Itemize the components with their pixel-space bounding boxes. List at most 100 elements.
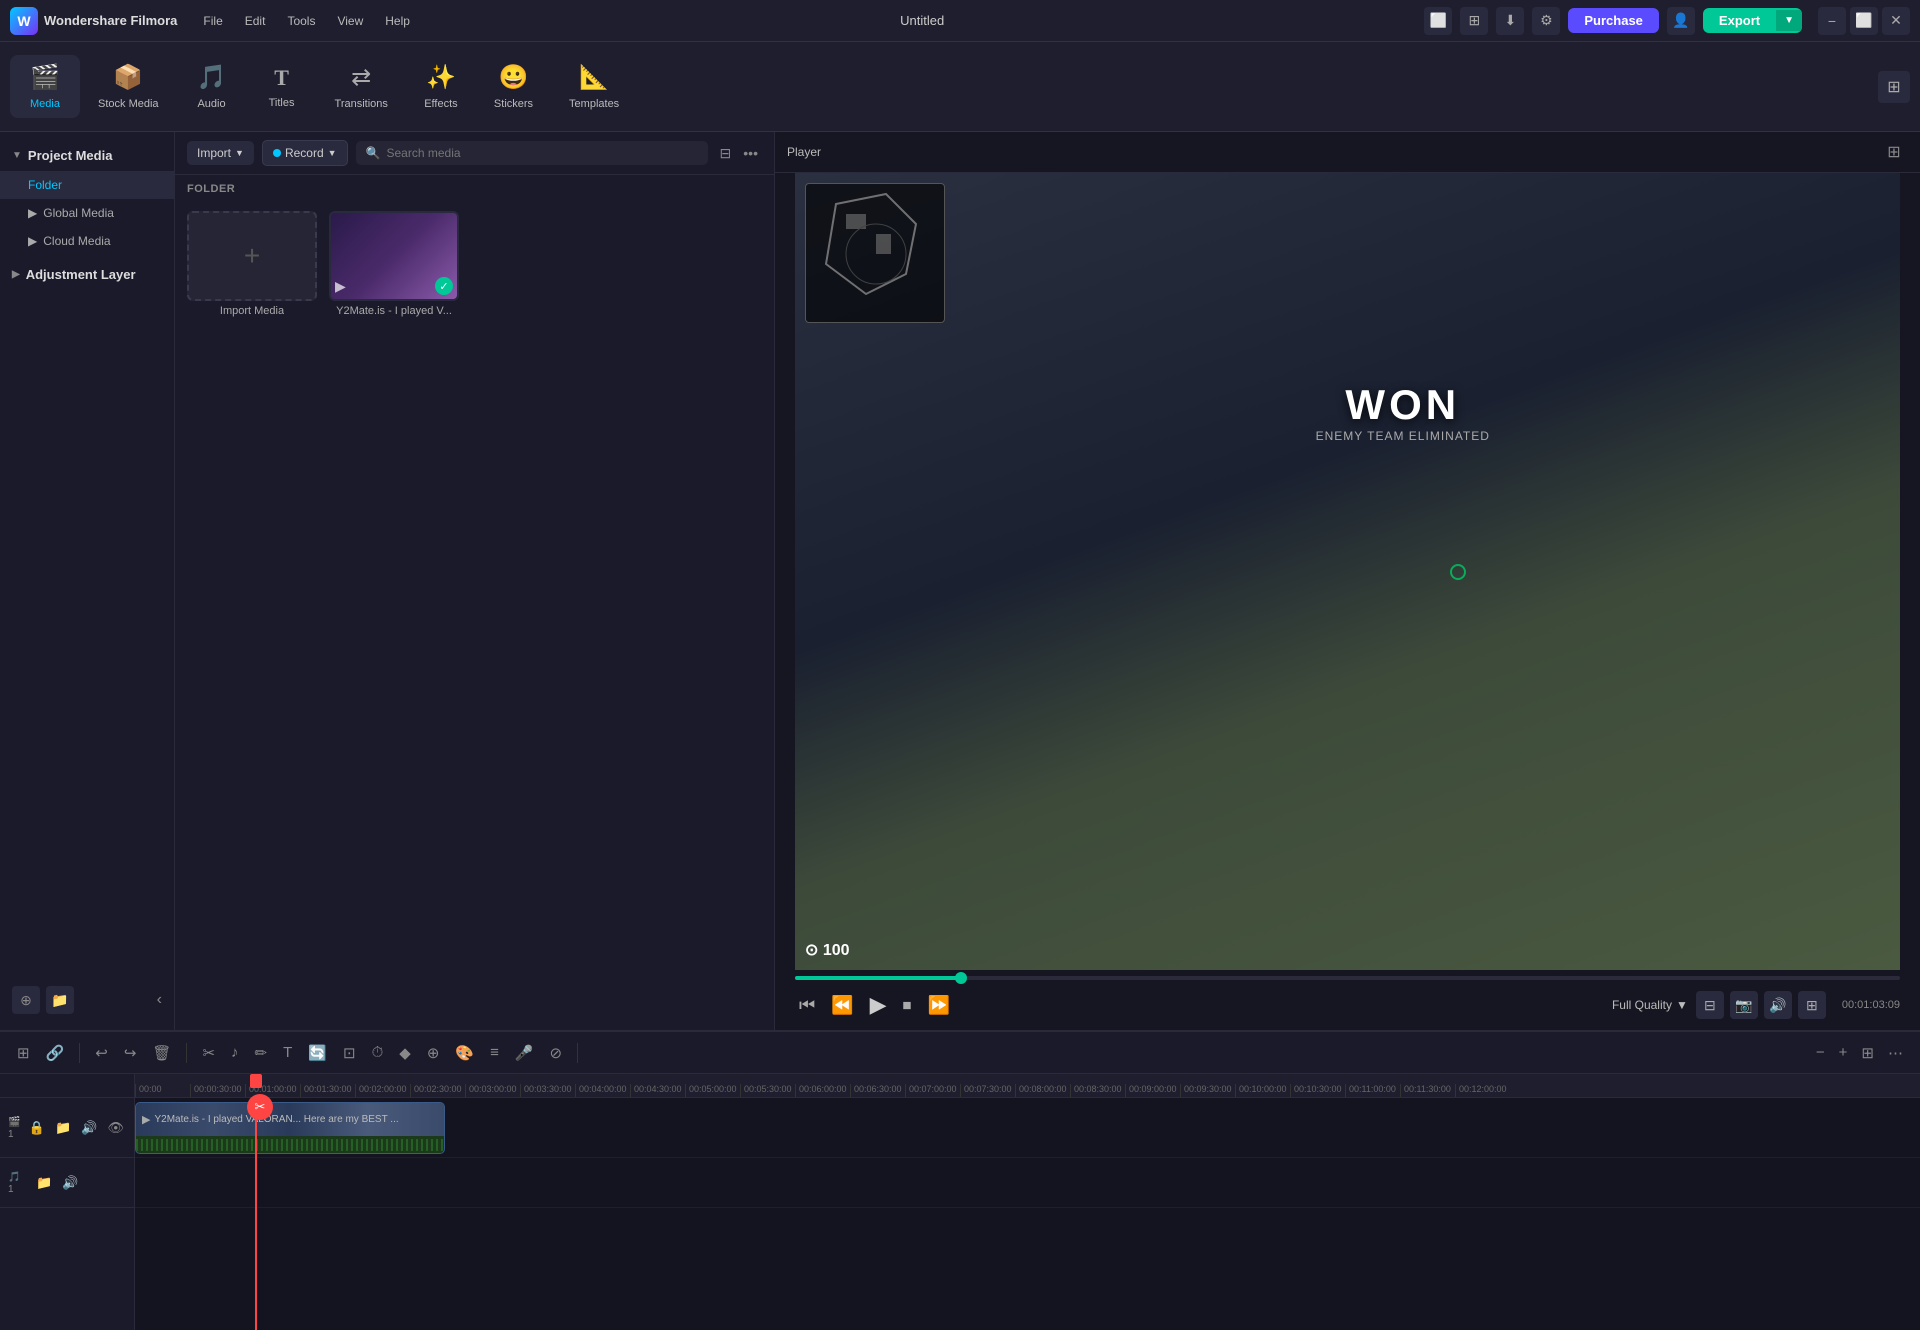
stop-button[interactable]: ⏹: [899, 991, 916, 1020]
team-eliminated-text: ENEMY TEAM ELIMINATED: [1316, 429, 1490, 443]
tl-more-button[interactable]: ⋯: [1883, 1040, 1908, 1066]
tl-eq-button[interactable]: ≡: [485, 1040, 504, 1065]
tl-rotate-button[interactable]: 🔄: [303, 1040, 332, 1066]
import-media-thumb[interactable]: +: [187, 211, 317, 301]
toolbar-stickers[interactable]: 😀 Stickers: [476, 55, 551, 118]
tl-text-button[interactable]: ✏: [250, 1040, 273, 1066]
track-folder-button[interactable]: 📁: [53, 1118, 73, 1138]
minimize-button[interactable]: −: [1818, 7, 1846, 35]
search-input[interactable]: [387, 146, 698, 160]
quality-select[interactable]: Full Quality ▼: [1612, 998, 1688, 1012]
import-button[interactable]: Import ▼: [187, 141, 254, 165]
tl-noise-button[interactable]: ⊘: [545, 1040, 568, 1066]
playhead[interactable]: [255, 1098, 257, 1330]
media-panel: Import ▼ Record ▼ 🔍 ⊟ ••• FOLDER +: [175, 132, 775, 1030]
step-back-button[interactable]: ⏪: [827, 991, 857, 1020]
clip-play-icon: ▶: [142, 1113, 150, 1126]
clip-audio-wave: [136, 1139, 444, 1151]
ruler-mark-9: 00:04:30:00: [630, 1084, 685, 1097]
tl-redo-button[interactable]: ↪: [119, 1040, 142, 1066]
menu-view[interactable]: View: [327, 10, 373, 32]
close-button[interactable]: ✕: [1882, 7, 1910, 35]
tl-audio-button[interactable]: ♪: [226, 1040, 244, 1065]
filter-button[interactable]: ⊟: [716, 141, 736, 166]
rewind-button[interactable]: ⏮: [795, 991, 819, 1020]
menu-edit[interactable]: Edit: [235, 10, 276, 32]
track-mute-button[interactable]: 🔊: [79, 1118, 99, 1138]
volume-button[interactable]: 🔊: [1764, 991, 1792, 1019]
toolbar-effects[interactable]: ✨ Effects: [406, 55, 476, 118]
toolbar-transitions[interactable]: ⇄ Transitions: [317, 55, 406, 118]
tl-keyframe-button[interactable]: ◆: [394, 1040, 416, 1066]
audio-track-mute-button[interactable]: 🔊: [60, 1173, 80, 1193]
window-title: Untitled: [420, 13, 1424, 28]
cloud-media-arrow: ▶: [28, 234, 37, 248]
tl-crop-button[interactable]: ⊡: [338, 1040, 361, 1066]
export-button[interactable]: Export: [1703, 8, 1776, 33]
snapshot-button[interactable]: 📷: [1730, 991, 1758, 1019]
ruler-mark-3: 00:01:30:00: [300, 1084, 355, 1097]
tl-grid-button[interactable]: ⊞: [1856, 1040, 1879, 1066]
tl-zoom-out-button[interactable]: −: [1811, 1040, 1830, 1065]
menu-tools[interactable]: Tools: [277, 10, 325, 32]
tl-color-button[interactable]: 🎨: [450, 1040, 479, 1066]
user-avatar[interactable]: 👤: [1667, 7, 1695, 35]
player-expand-button[interactable]: ⊞: [1880, 138, 1908, 166]
menu-file[interactable]: File: [193, 10, 232, 32]
add-folder-button[interactable]: ⊕: [12, 986, 40, 1014]
toolbar-stock-media[interactable]: 📦 Stock Media: [80, 55, 177, 118]
track-visibility-button[interactable]: 👁: [105, 1118, 126, 1138]
layout-icon[interactable]: ⊞: [1460, 7, 1488, 35]
video-thumbnail[interactable]: ✓: [329, 211, 459, 301]
play-button[interactable]: ▶: [866, 988, 891, 1022]
player-icon-right[interactable]: ⊞: [1878, 71, 1910, 103]
progress-thumb[interactable]: [955, 972, 967, 984]
tl-voiceover-button[interactable]: 🎤: [510, 1040, 539, 1066]
export-dropdown-arrow[interactable]: ▼: [1776, 10, 1802, 31]
settings-icon[interactable]: ⚙: [1532, 7, 1560, 35]
quality-label: Full Quality: [1612, 998, 1672, 1012]
monitor-icon[interactable]: ⬜: [1424, 7, 1452, 35]
download-icon[interactable]: ⬇: [1496, 7, 1524, 35]
sidebar-item-folder[interactable]: Folder: [0, 171, 174, 199]
menu-help[interactable]: Help: [375, 10, 420, 32]
record-button[interactable]: Record ▼: [262, 140, 348, 166]
window-controls: − ⬜ ✕: [1818, 7, 1910, 35]
toolbar-audio[interactable]: 🎵 Audio: [177, 55, 247, 118]
sidebar-item-global-media[interactable]: ▶ Global Media: [0, 199, 174, 227]
tl-undo-button[interactable]: ↩: [90, 1040, 113, 1066]
sidebar-section-header-project-media[interactable]: ▼ Project Media: [0, 140, 174, 171]
sidebar-section-header-adjustment-layer[interactable]: ▶ Adjustment Layer: [0, 259, 174, 290]
expand-player-button[interactable]: ⊞: [1878, 71, 1910, 103]
toolbar-media[interactable]: 🎬 Media: [10, 55, 80, 118]
tl-link-button[interactable]: 🔗: [41, 1040, 70, 1066]
sidebar-item-cloud-media[interactable]: ▶ Cloud Media: [0, 227, 174, 255]
video-media-item[interactable]: ✓ Y2Mate.is - I played V...: [329, 211, 459, 317]
tl-zoom-in-button[interactable]: +: [1834, 1040, 1853, 1065]
toolbar-titles[interactable]: T Titles: [247, 57, 317, 117]
fit-to-screen-button[interactable]: ⊟: [1696, 991, 1724, 1019]
tl-add-media-button[interactable]: ⊞: [12, 1040, 35, 1066]
tl-speed-button[interactable]: ⏱: [367, 1040, 389, 1065]
more-options-button[interactable]: •••: [739, 141, 762, 165]
tl-delete-button[interactable]: 🗑: [147, 1040, 176, 1066]
track-lock-button[interactable]: 🔒: [27, 1118, 47, 1138]
video-track-row: ▶ Y2Mate.is - I played VALORAN... Here a…: [135, 1098, 1920, 1158]
video-clip[interactable]: ▶ Y2Mate.is - I played VALORAN... Here a…: [135, 1102, 445, 1154]
tl-title-button[interactable]: T: [278, 1040, 297, 1065]
progress-track[interactable]: [795, 976, 1900, 980]
tracks-area: ✂ ▶ Y2Mate.is - I played VALORAN... Here…: [135, 1098, 1920, 1330]
import-media-item[interactable]: + Import Media: [187, 211, 317, 317]
collapse-sidebar-button[interactable]: ‹: [157, 991, 162, 1009]
purchase-button[interactable]: Purchase: [1568, 8, 1659, 33]
maximize-button[interactable]: ⬜: [1850, 7, 1878, 35]
step-forward-button[interactable]: ⏩: [924, 991, 954, 1020]
toolbar-templates[interactable]: 📐 Templates: [551, 55, 637, 118]
fullscreen-button[interactable]: ⊞: [1798, 991, 1826, 1019]
tl-split-button[interactable]: ✂: [197, 1040, 220, 1066]
audio-track-folder-button[interactable]: 📁: [34, 1173, 54, 1193]
ruler-mark-23: 00:11:30:00: [1400, 1084, 1455, 1097]
tl-overlay-button[interactable]: ⊕: [422, 1040, 445, 1066]
time-ruler[interactable]: 00:00 00:00:30:00 00:01:00:00 00:01:30:0…: [135, 1074, 1920, 1098]
new-folder-button[interactable]: 📁: [46, 986, 74, 1014]
